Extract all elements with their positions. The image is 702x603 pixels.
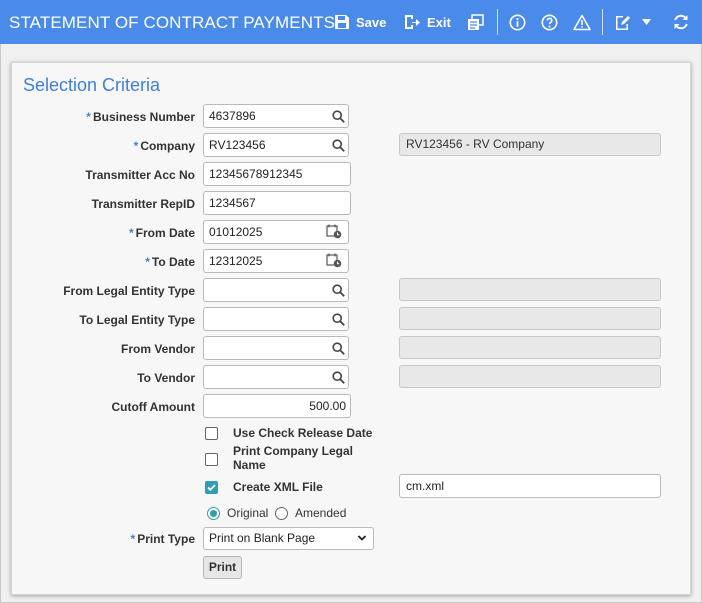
to-vendor-label: To Vendor: [137, 371, 195, 385]
create-xml-file-label: Create XML File: [233, 480, 323, 494]
refresh-button[interactable]: [672, 10, 690, 34]
from-vendor-description: [399, 336, 661, 359]
to-date-label: * To Date: [145, 255, 195, 269]
from-legal-entity-type-input[interactable]: [203, 278, 349, 302]
company-label: * Company: [133, 139, 195, 153]
company-input[interactable]: [203, 133, 349, 157]
cutoff-amount-input[interactable]: [203, 394, 351, 418]
title-bar: STATEMENT OF CONTRACT PAYMENTS Save Exit: [0, 0, 702, 44]
from-legal-entity-type-description: [399, 278, 661, 301]
search-icon[interactable]: [330, 137, 346, 153]
transmitter-acc-no-label: Transmitter Acc No: [85, 168, 195, 182]
required-marker: *: [86, 110, 91, 124]
print-button[interactable]: Print: [203, 556, 242, 579]
original-radio-label: Original: [227, 506, 269, 520]
use-check-release-date-checkbox[interactable]: [205, 427, 218, 440]
alerts-button[interactable]: [573, 10, 591, 34]
search-icon[interactable]: [330, 282, 346, 298]
chevron-down-icon: [357, 535, 367, 541]
toolbar-divider: [497, 9, 498, 35]
transmitter-repid-label: Transmitter RepID: [91, 197, 195, 211]
section-title: Selection Criteria: [23, 75, 161, 95]
search-icon[interactable]: [330, 311, 346, 327]
search-icon[interactable]: [330, 340, 346, 356]
print-company-legal-name-label: Print Company Legal Name: [233, 444, 354, 472]
save-button[interactable]: Save: [334, 10, 386, 34]
help-icon: [541, 14, 558, 30]
toolbar-divider: [602, 9, 603, 35]
exit-icon: [405, 15, 420, 29]
print-type-label: * Print Type: [130, 532, 195, 546]
required-marker: *: [128, 226, 134, 240]
content-area: Selection Criteria *Business Number *Com…: [0, 44, 702, 603]
exit-label: Exit: [427, 14, 451, 30]
to-legal-entity-type-input[interactable]: [203, 307, 349, 331]
from-vendor-label: From Vendor: [120, 342, 195, 356]
use-check-release-date-label: Use Check Release Date: [233, 426, 373, 440]
calendar-icon[interactable]: [326, 223, 342, 239]
search-icon[interactable]: [330, 108, 346, 124]
page-title: STATEMENT OF CONTRACT PAYMENTS: [9, 13, 336, 32]
info-icon: [509, 14, 526, 30]
print-company-legal-name-checkbox[interactable]: [205, 453, 218, 466]
save-label: Save: [356, 14, 387, 30]
help-button[interactable]: [541, 10, 558, 34]
selection-criteria-panel: Selection Criteria *Business Number *Com…: [11, 62, 691, 595]
create-xml-file-checkbox[interactable]: [205, 481, 218, 494]
from-vendor-input[interactable]: [203, 336, 349, 360]
required-marker: *: [133, 139, 139, 153]
business-number-input[interactable]: [203, 104, 349, 128]
edit-menu-button[interactable]: [614, 10, 651, 34]
refresh-icon: [674, 14, 688, 30]
print-type-value: Print on Blank Page: [209, 531, 316, 545]
to-legal-entity-type-label: To Legal Entity Type: [79, 313, 195, 327]
documents-icon: [468, 13, 484, 30]
checkmark-icon: [207, 484, 216, 492]
caret-down-icon: [642, 19, 651, 25]
info-button[interactable]: [509, 10, 526, 34]
to-legal-entity-type-description: [399, 307, 661, 330]
print-type-select[interactable]: Print on Blank Page: [203, 527, 374, 550]
warning-icon: [573, 14, 591, 30]
from-legal-entity-type-label: From Legal Entity Type: [63, 284, 195, 298]
search-icon[interactable]: [330, 369, 346, 385]
save-icon: [335, 15, 349, 29]
exit-button[interactable]: Exit: [404, 10, 451, 34]
to-vendor-input[interactable]: [203, 365, 349, 389]
business-number-label: * Business Number: [86, 110, 195, 124]
xml-filename-input[interactable]: [399, 474, 661, 498]
original-radio[interactable]: [207, 507, 220, 520]
required-marker: *: [130, 532, 136, 546]
amended-radio-label: Amended: [295, 506, 347, 520]
from-date-label: * From Date: [128, 226, 195, 240]
transmitter-repid-input[interactable]: [203, 191, 351, 215]
required-marker: *: [145, 255, 150, 269]
amended-radio[interactable]: [275, 507, 288, 520]
to-vendor-description: [399, 365, 661, 388]
calendar-icon[interactable]: [326, 252, 342, 268]
edit-icon: [616, 15, 630, 30]
company-description: RV123456 - RV Company: [399, 133, 661, 156]
report-options-button[interactable]: [467, 10, 484, 34]
cutoff-amount-label: Cutoff Amount: [111, 400, 195, 414]
transmitter-acc-no-input[interactable]: [203, 162, 351, 186]
